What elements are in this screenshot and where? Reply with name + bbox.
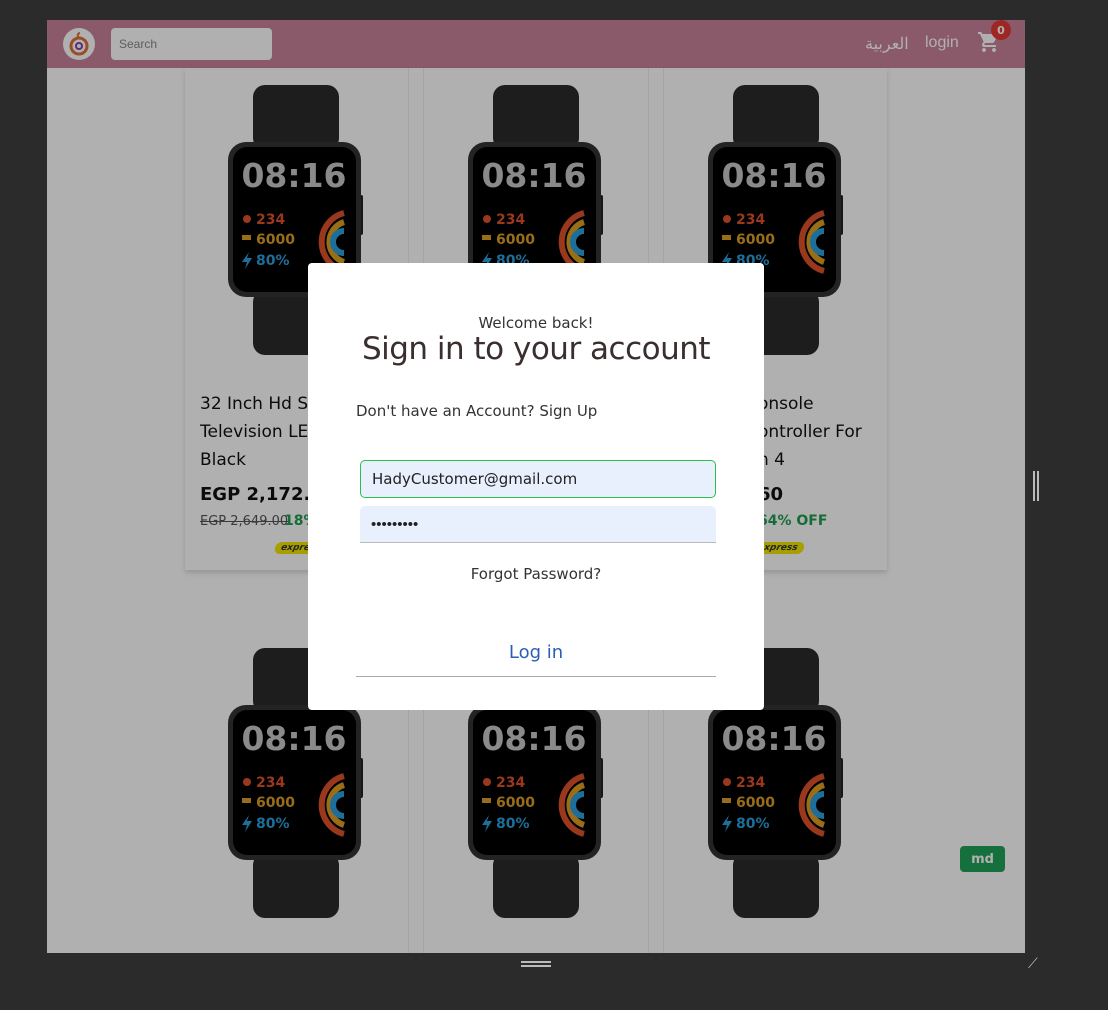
vertical-resize-handle[interactable]: [1033, 471, 1039, 501]
forgot-password-link[interactable]: Forgot Password?: [308, 565, 764, 583]
sign-up-link[interactable]: Don't have an Account? Sign Up: [356, 402, 597, 420]
modal-title: Sign in to your account: [361, 331, 711, 367]
sign-in-modal: Welcome back! Sign in to your account Do…: [308, 263, 764, 710]
corner-resize-icon[interactable]: ⟋: [1028, 956, 1038, 972]
login-button[interactable]: Log in: [356, 629, 716, 677]
horizontal-resize-handle[interactable]: [521, 961, 551, 967]
password-field[interactable]: [360, 506, 716, 543]
welcome-text: Welcome back!: [478, 314, 594, 332]
email-field[interactable]: [360, 460, 716, 498]
